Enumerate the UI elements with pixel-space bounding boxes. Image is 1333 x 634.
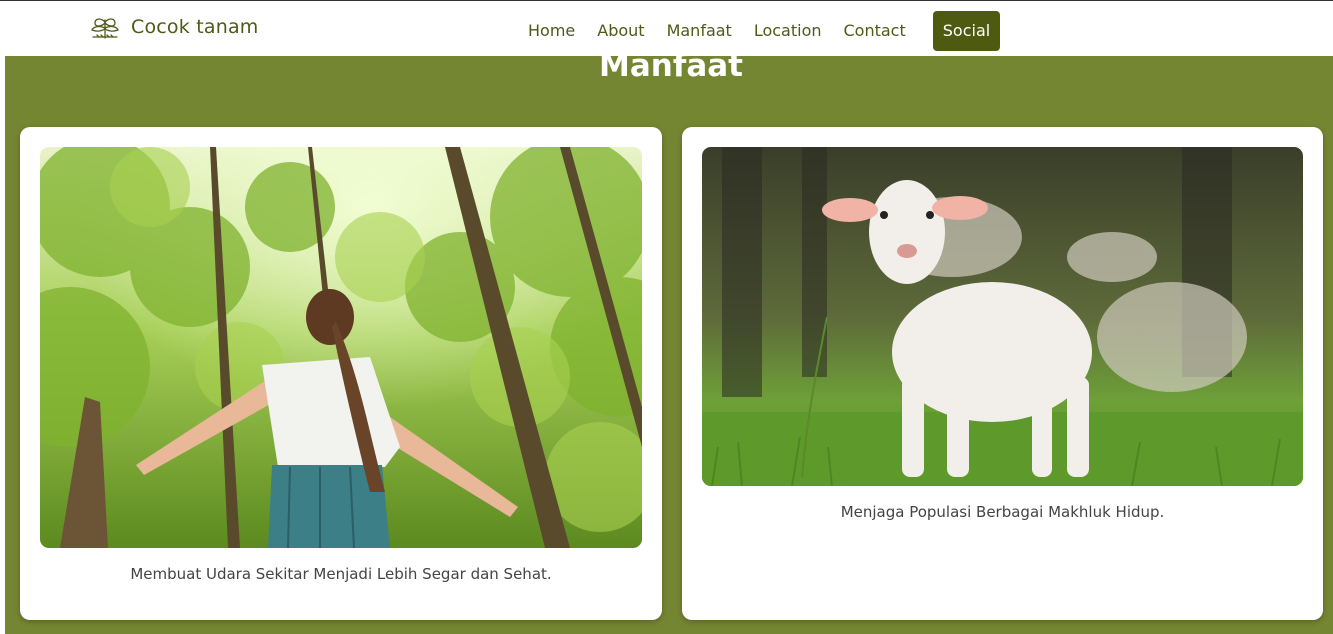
lamb-in-meadow-photo [702, 147, 1303, 486]
benefit-card: Membuat Udara Sekitar Menjadi Lebih Sega… [20, 127, 662, 620]
benefit-card: Menjaga Populasi Berbagai Makhluk Hidup. [682, 127, 1323, 620]
benefit-caption: Membuat Udara Sekitar Menjadi Lebih Sega… [130, 565, 552, 583]
benefit-caption: Menjaga Populasi Berbagai Makhluk Hidup. [840, 503, 1165, 521]
social-button[interactable]: Social [932, 11, 1001, 51]
brand-name: Cocok tanam [131, 16, 259, 38]
navbar: Cocok tanam Home About Manfaat Location … [0, 0, 1333, 56]
nav-location[interactable]: Location [743, 11, 833, 51]
woman-in-forest-photo [40, 147, 642, 548]
page-edge [0, 56, 5, 634]
nav-home[interactable]: Home [517, 11, 586, 51]
nav-about[interactable]: About [586, 11, 655, 51]
brand-link[interactable]: Cocok tanam [89, 14, 259, 40]
nav-menu: Home About Manfaat Location Contact Soci… [517, 11, 1001, 51]
nav-manfaat[interactable]: Manfaat [656, 11, 743, 51]
sprout-icon [91, 18, 119, 39]
nav-contact[interactable]: Contact [833, 11, 917, 51]
